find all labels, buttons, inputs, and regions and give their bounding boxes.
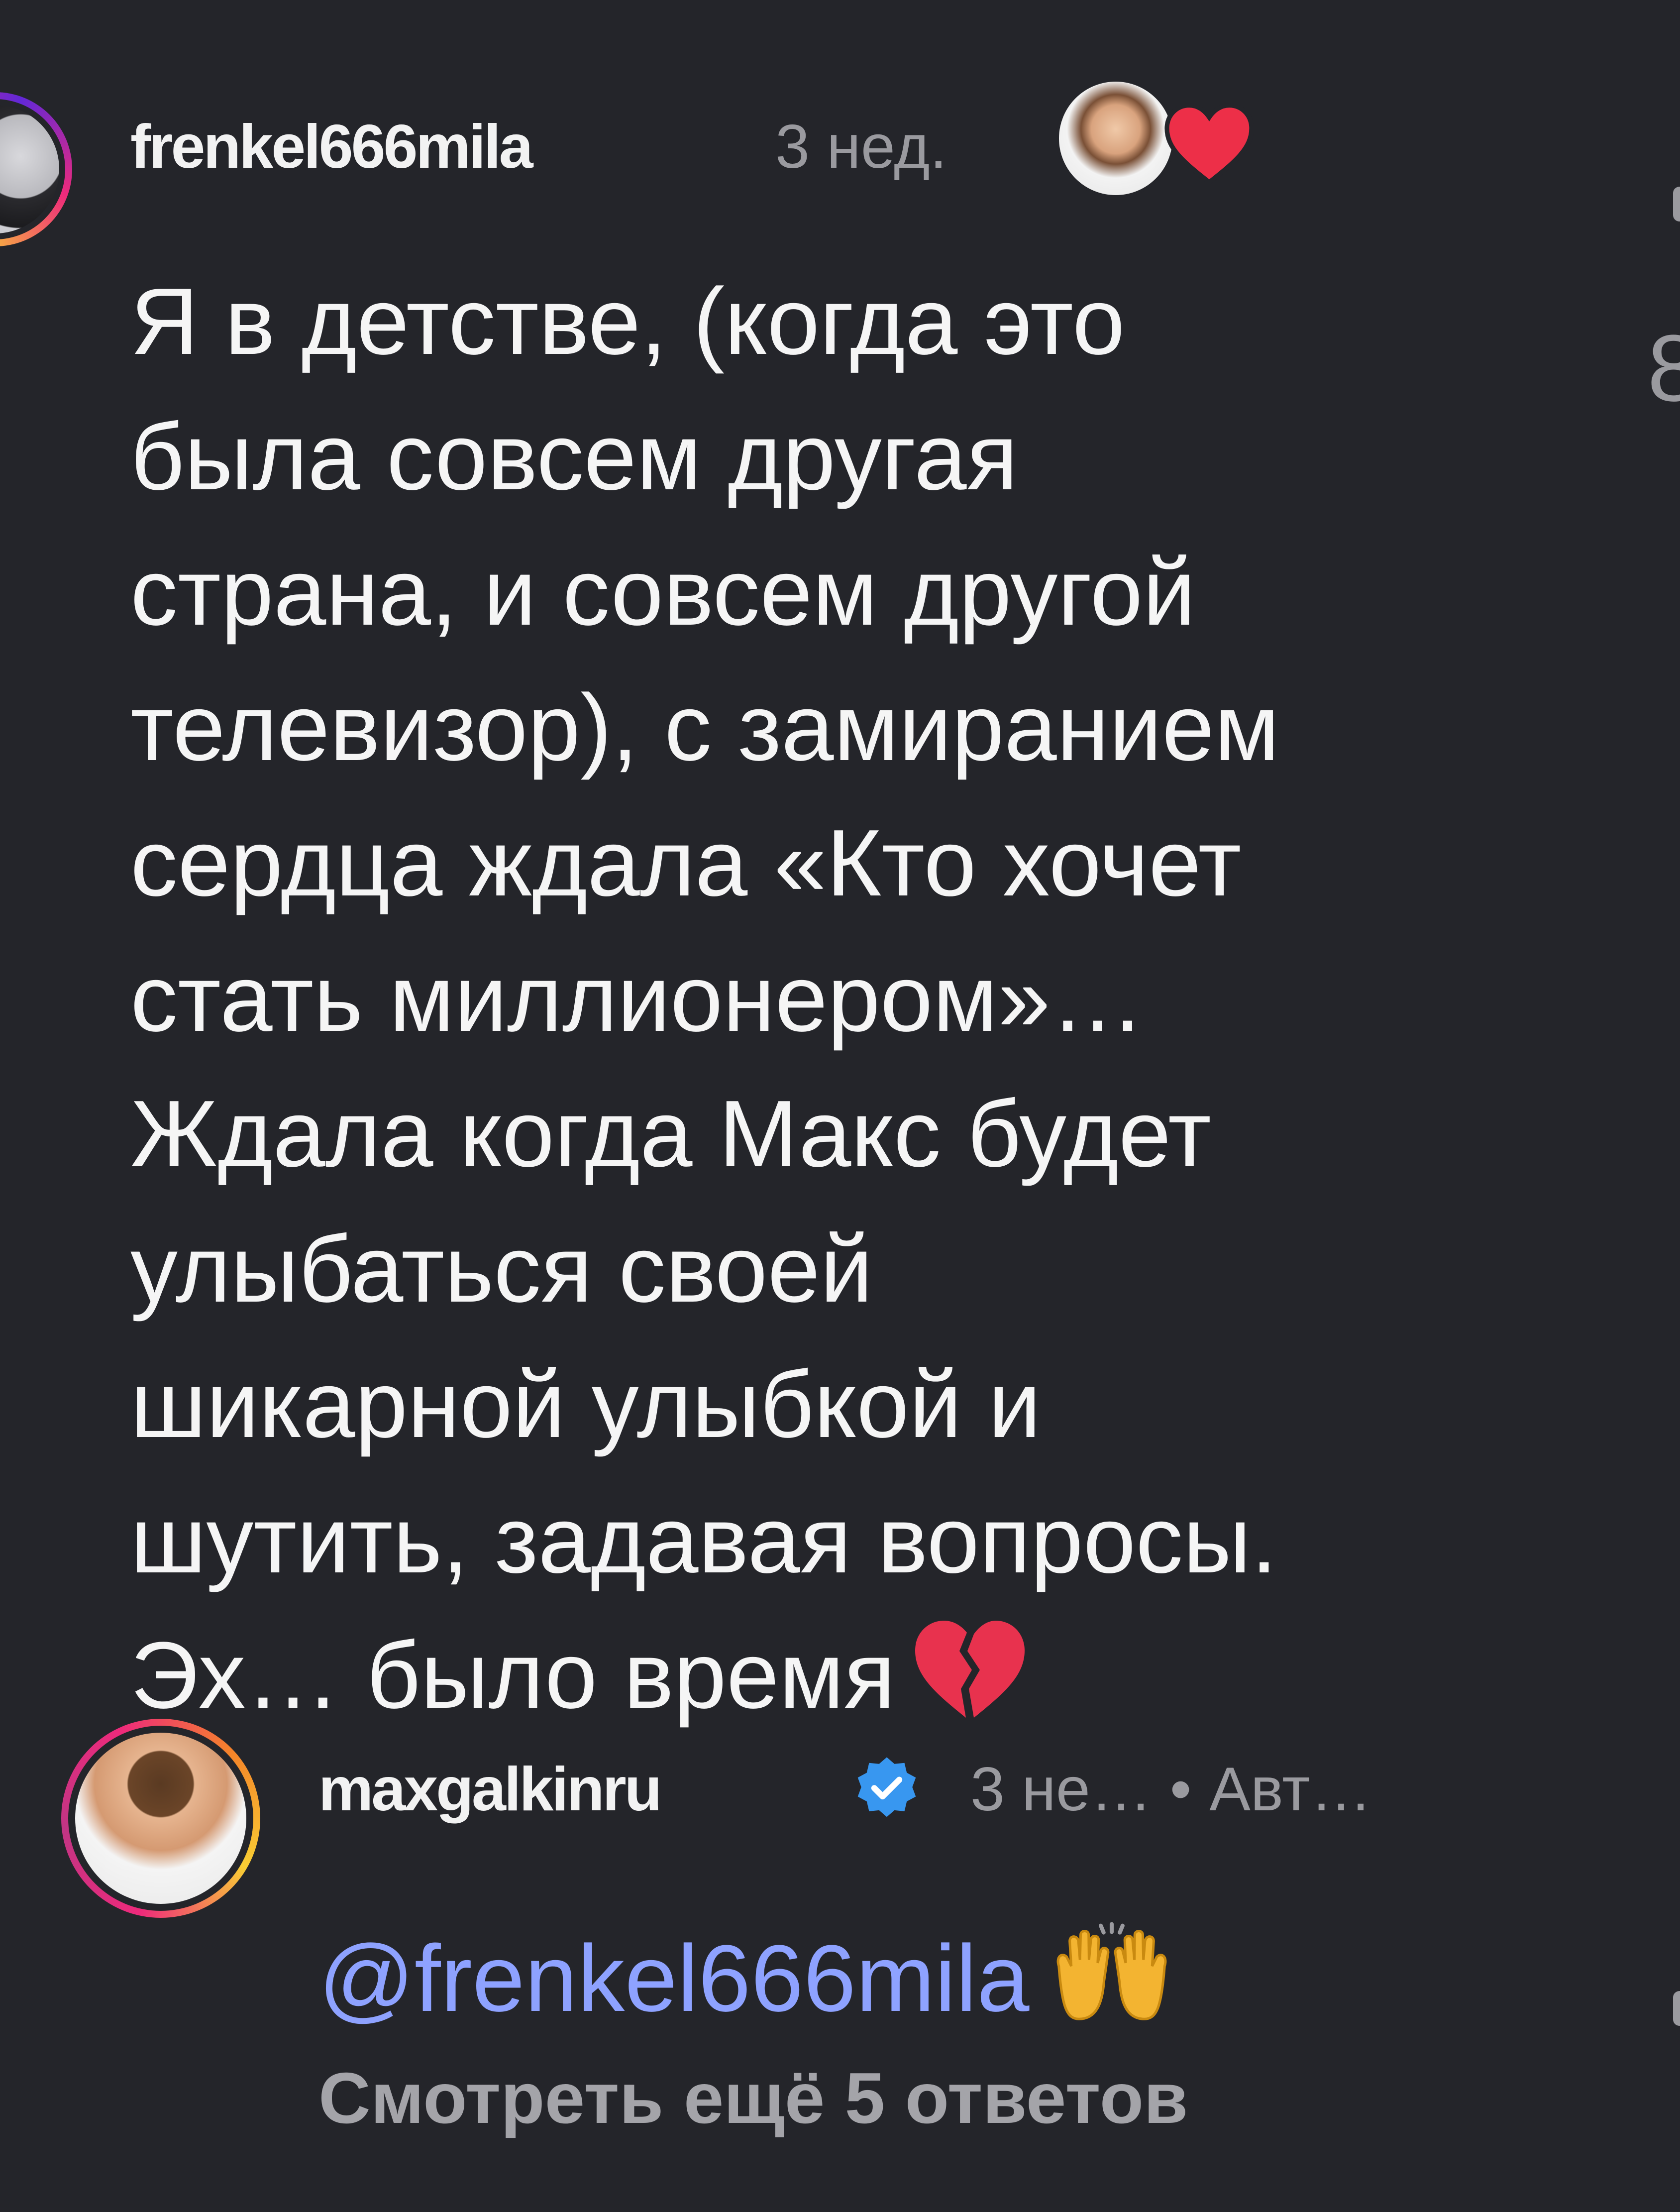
comment-line: страна, и совсем другой <box>130 540 1196 645</box>
raised-hands-icon <box>1056 1922 1166 2020</box>
comment-line: Ждала когда Макс будет <box>130 1081 1212 1187</box>
edge-glimpse-mark <box>1673 187 1680 221</box>
edge-glimpse-text: 8 <box>1647 316 1680 421</box>
commenter-avatar[interactable] <box>0 92 72 246</box>
comment-line: шутить, задавая вопросы. <box>130 1487 1277 1593</box>
broken-heart-icon <box>915 1621 1025 1718</box>
comment-line: стать миллионером»… <box>130 946 1145 1051</box>
view-more-replies-button[interactable]: Смотреть ещё 5 ответов <box>318 2048 1188 2148</box>
comment-line: была совсем другая <box>130 404 1018 510</box>
avatar-photo <box>0 105 59 233</box>
reply-timestamp: 3 не… <box>970 1755 1152 1824</box>
reply-author-avatar[interactable] <box>61 1719 260 1918</box>
comment-line: шикарной улыбкой и <box>130 1352 1041 1457</box>
author-label: Авт… <box>1209 1755 1372 1824</box>
comment-last-line: Эх… было время <box>130 1608 1603 1743</box>
reply-meta: 3 не… • Авт… <box>970 1750 1372 1829</box>
meta-separator: • <box>1169 1755 1192 1824</box>
reply-body: @frenkel666mila <box>318 1921 1174 2036</box>
comment-line-text: Эх… было время <box>130 1623 895 1728</box>
comment-username[interactable]: frenkel666mila <box>130 107 533 187</box>
verified-badge-icon <box>857 1757 916 1817</box>
comment-line: улыбаться своей <box>130 1217 873 1322</box>
author-liked-avatar <box>1056 79 1175 198</box>
reply-username[interactable]: maxgalkinru <box>318 1750 662 1829</box>
comment-line: сердца ждала «Кто хочет <box>130 810 1242 916</box>
avatar-photo <box>75 1733 246 1904</box>
edge-glimpse-mark <box>1673 1991 1680 2026</box>
heart-icon <box>1164 103 1254 184</box>
comment-line: телевизор), с замиранием <box>130 675 1280 780</box>
comment-body: Я в детстве, (когда это была совсем друг… <box>130 254 1603 1743</box>
comment-line: Я в детстве, (когда это <box>130 269 1125 374</box>
mention-link[interactable]: @frenkel666mila <box>318 1926 1030 2031</box>
comment-timestamp: 3 нед. <box>775 112 947 181</box>
